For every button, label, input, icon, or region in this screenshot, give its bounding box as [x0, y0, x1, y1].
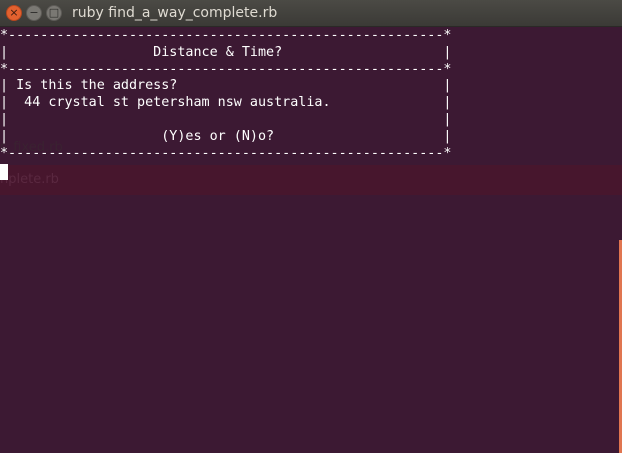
dialog-bottom-border: *---------------------------------------…: [0, 145, 452, 161]
dialog-blank-line: | |: [0, 111, 452, 127]
dialog-question-line: | Is this the address? |: [0, 78, 452, 94]
window-title: ruby find_a_way_complete.rb: [72, 5, 278, 21]
minimize-window-button[interactable]: −: [26, 5, 42, 21]
terminal-dialog: *---------------------------------------…: [0, 28, 451, 162]
window-titlebar[interactable]: × − □ ruby find_a_way_complete.rb: [0, 0, 622, 27]
close-icon: ×: [9, 6, 19, 19]
minimize-icon: −: [29, 6, 39, 19]
close-window-button[interactable]: ×: [6, 5, 22, 21]
dialog-title-border: *---------------------------------------…: [0, 61, 452, 77]
maximize-icon: □: [48, 6, 60, 19]
maximize-window-button[interactable]: □: [46, 5, 62, 21]
background-filename-highlighted: nplete.rb: [0, 172, 59, 187]
dialog-prompt-line: | (Y)es or (N)o? |: [0, 128, 452, 144]
terminal-cursor[interactable]: [0, 164, 8, 180]
dialog-address-line: | 44 crystal st petersham nsw australia.…: [0, 95, 452, 111]
dialog-title-line: | Distance & Time? |: [0, 44, 452, 60]
background-highlight-row: [0, 165, 622, 195]
dialog-top-border: *---------------------------------------…: [0, 28, 452, 43]
